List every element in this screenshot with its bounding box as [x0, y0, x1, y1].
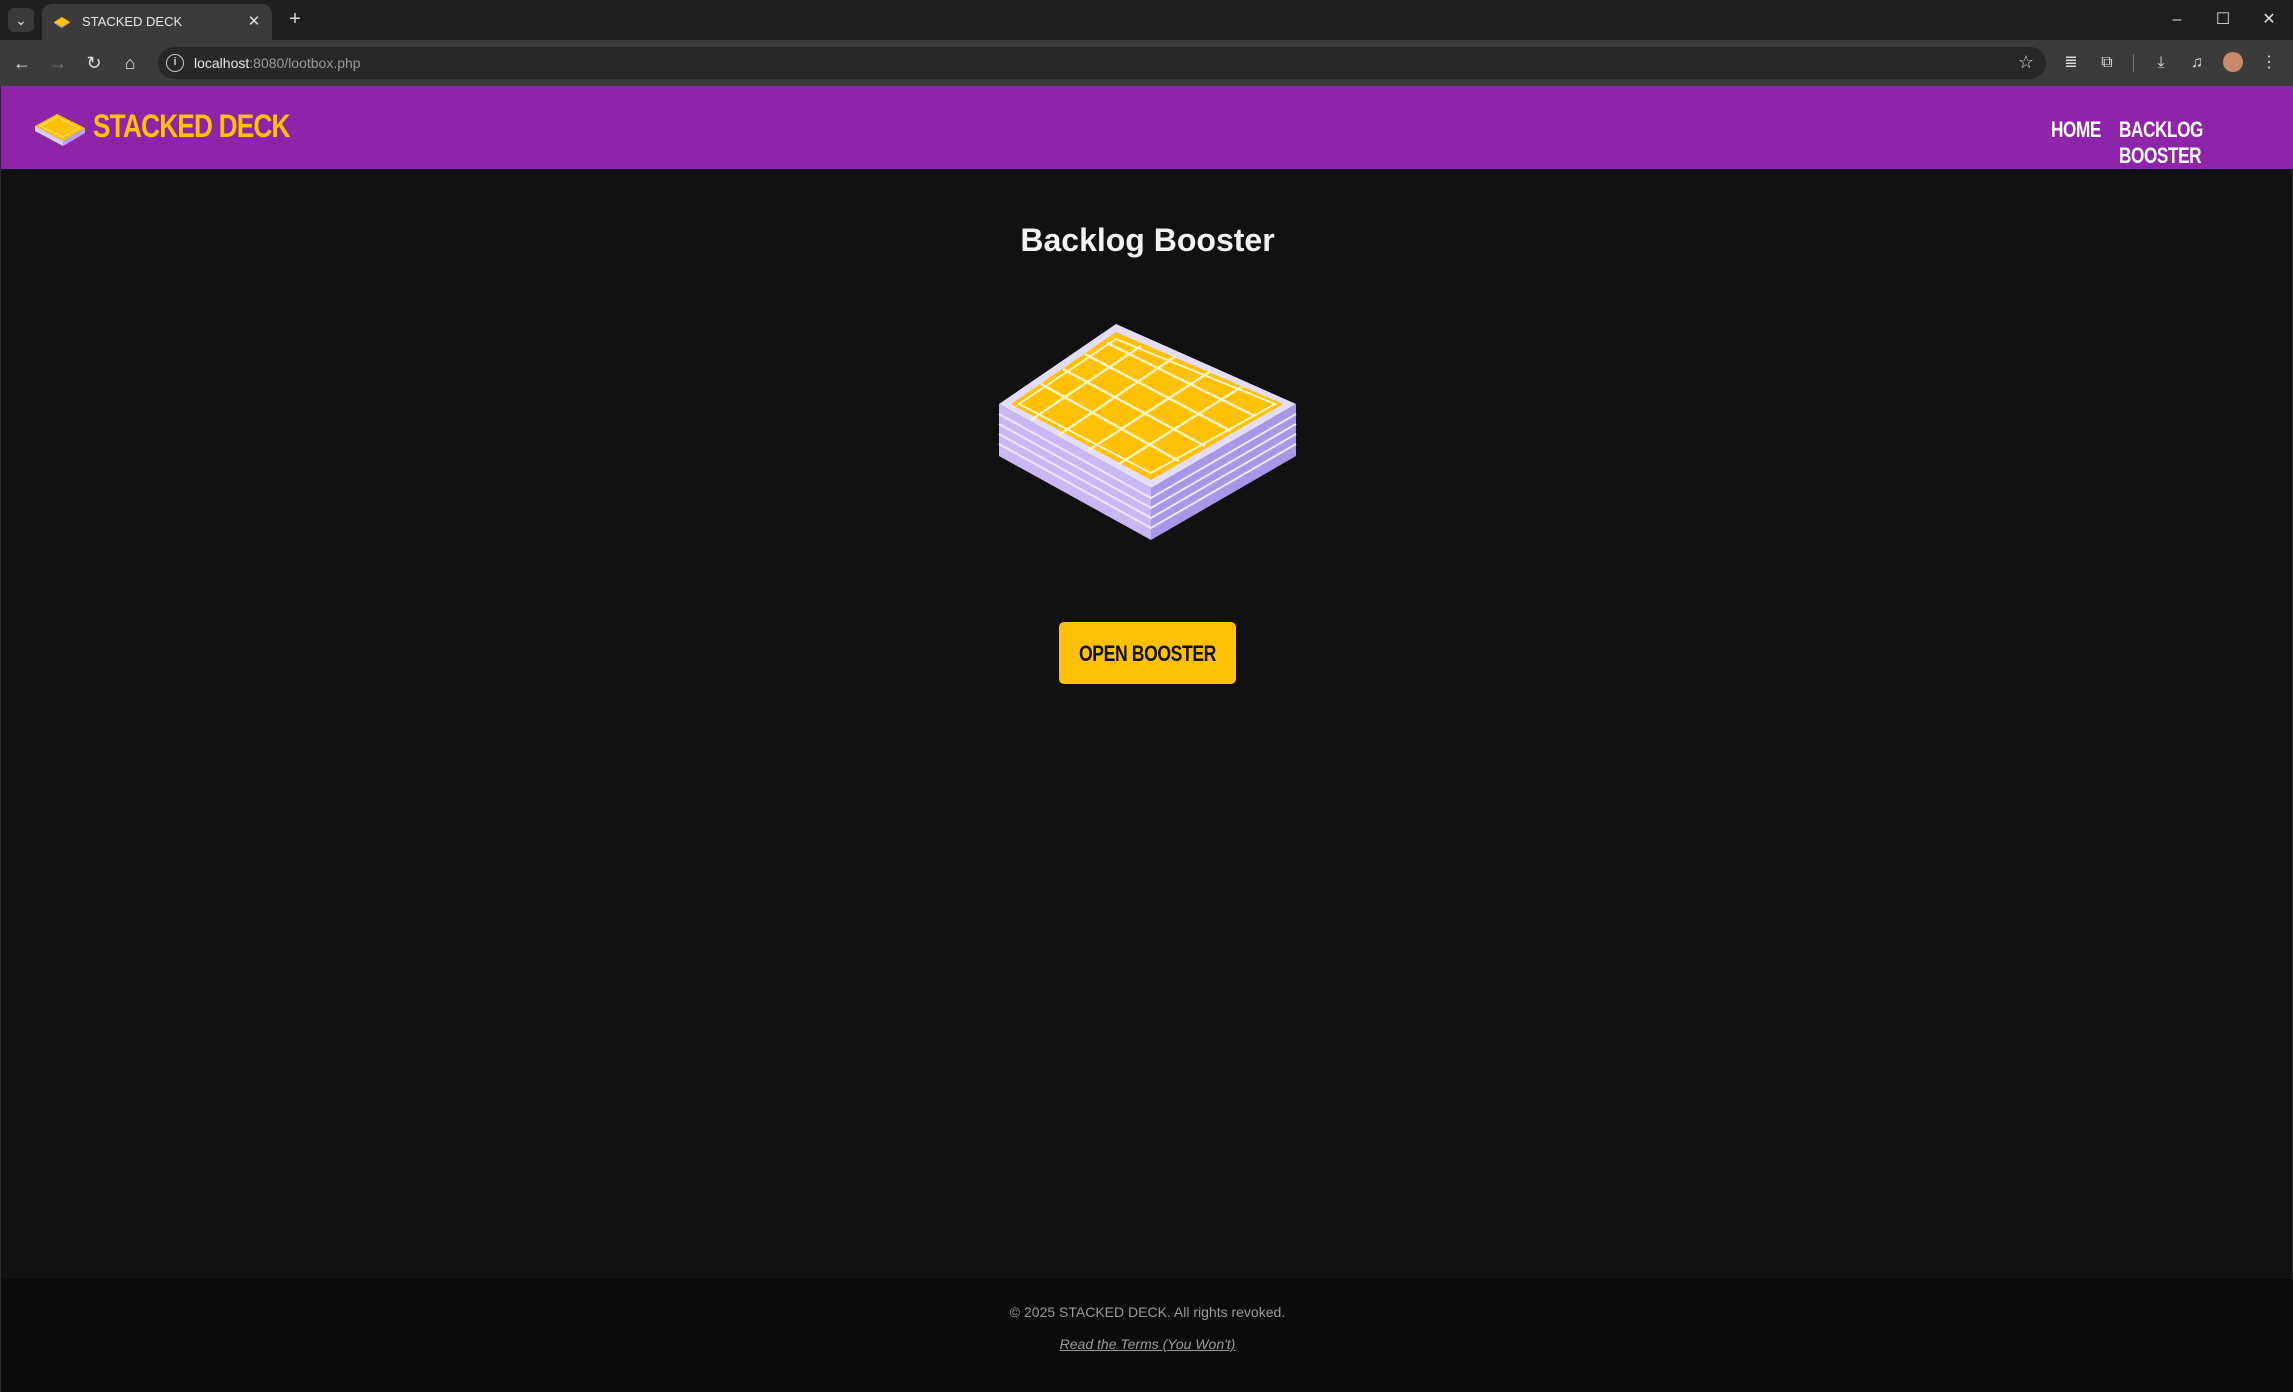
- site-brand[interactable]: STACKED DECK: [93, 108, 291, 145]
- reload-icon[interactable]: ↻: [80, 49, 108, 77]
- open-booster-button[interactable]: OPEN BOOSTER: [1059, 622, 1236, 684]
- close-window-icon[interactable]: ✕: [2249, 6, 2289, 34]
- card-deck-icon: [998, 324, 1297, 540]
- close-tab-icon[interactable]: ✕: [244, 12, 264, 32]
- back-icon[interactable]: ←: [8, 49, 36, 77]
- site-footer: © 2025 STACKED DECK. All rights revoked.…: [1, 1279, 2293, 1392]
- bookmark-star-icon[interactable]: ☆: [2018, 52, 2034, 73]
- url-text[interactable]: localhost:8080/lootbox.php: [194, 55, 361, 71]
- toolbar-divider: [2133, 54, 2134, 72]
- terms-link[interactable]: Read the Terms (You Won't): [1, 1336, 2293, 1352]
- more-menu-icon[interactable]: ⋮: [2255, 49, 2283, 77]
- browser-tab-strip: ⌄ STACKED DECK ✕ + – ☐ ✕: [0, 0, 2293, 40]
- browser-tab[interactable]: STACKED DECK ✕: [42, 4, 272, 40]
- downloads-icon[interactable]: ⤓: [2147, 49, 2175, 77]
- deck-favicon-icon: [54, 17, 70, 28]
- media-controls-icon[interactable]: ♫: [2183, 49, 2211, 77]
- extensions-icon[interactable]: ⧉: [2093, 49, 2121, 77]
- site-info-icon[interactable]: i: [166, 54, 184, 72]
- open-booster-label: OPEN BOOSTER: [1079, 641, 1216, 666]
- reading-mode-icon[interactable]: ≣: [2057, 49, 2085, 77]
- site-header: STACKED DECK HOME BACKLOG BOOSTER: [1, 86, 2293, 169]
- tab-title: STACKED DECK: [82, 14, 183, 29]
- maximize-icon[interactable]: ☐: [2203, 6, 2243, 34]
- address-bar[interactable]: i localhost:8080/lootbox.php ☆: [158, 47, 2046, 79]
- copyright-text: © 2025 STACKED DECK. All rights revoked.: [1009, 1304, 1286, 1320]
- page-title: Backlog Booster: [1020, 222, 1275, 258]
- home-icon[interactable]: ⌂: [116, 49, 144, 77]
- web-page: STACKED DECK HOME BACKLOG BOOSTER Backlo…: [0, 86, 2293, 1392]
- minimize-icon[interactable]: –: [2157, 6, 2197, 34]
- nav-home-link[interactable]: HOME: [2051, 117, 2101, 143]
- profile-avatar[interactable]: [2223, 52, 2243, 72]
- new-tab-button[interactable]: +: [282, 8, 308, 32]
- tab-search-button[interactable]: ⌄: [8, 8, 34, 32]
- nav-backlog-booster-link[interactable]: BACKLOG BOOSTER: [2119, 117, 2256, 169]
- stacked-deck-logo-icon[interactable]: [33, 106, 87, 148]
- browser-toolbar: ← → ↻ ⌂ i localhost:8080/lootbox.php ☆ ≣…: [0, 40, 2293, 86]
- forward-icon[interactable]: →: [44, 49, 72, 77]
